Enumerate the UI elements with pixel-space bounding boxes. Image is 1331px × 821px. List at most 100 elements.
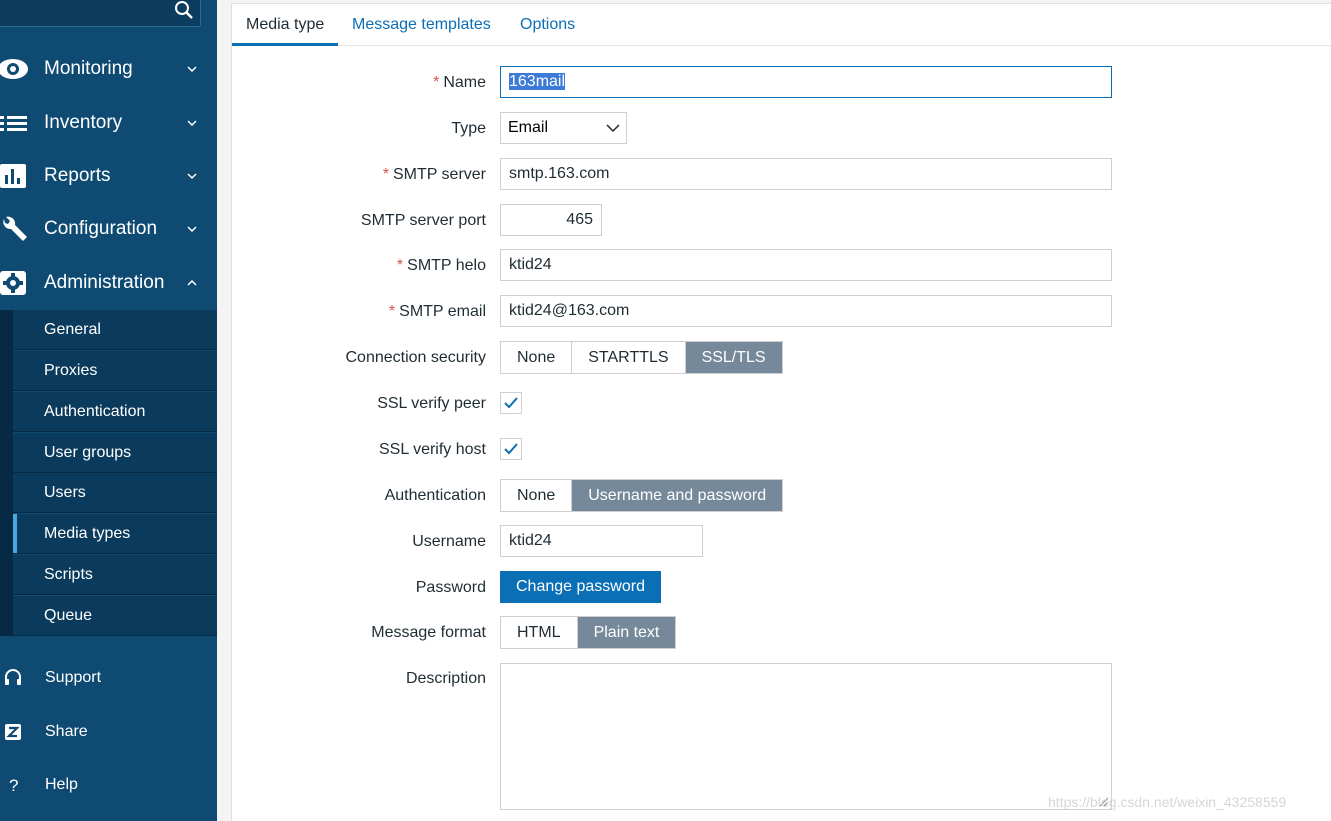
smtp-port-input[interactable]: 465 (500, 204, 602, 236)
chevron-down-icon (187, 226, 197, 233)
sidebar-item-label: User groups (44, 443, 132, 461)
conn-security-ssl-tls[interactable]: SSL/TLS (685, 342, 782, 373)
name-value: 163mail (509, 73, 566, 90)
msg-format-plain-text[interactable]: Plain text (577, 617, 676, 648)
watermark: https://blog.csdn.net/weixin_43258559 (1048, 794, 1287, 810)
type-select[interactable]: Email (500, 112, 627, 144)
chevron-down-icon (187, 66, 197, 73)
sidebar-item-label: Queue (44, 606, 93, 624)
username-input[interactable]: ktid24 (500, 525, 703, 557)
sidebar-item-label: Authentication (44, 402, 146, 420)
nav-administration-label: Administration (44, 272, 165, 293)
wrench-icon (3, 216, 28, 241)
smtp-helo-label-text: SMTP helo (407, 257, 486, 274)
sidebar-item-label: Proxies (44, 361, 98, 379)
nav-support[interactable]: Support (0, 656, 217, 700)
chevron-down-icon (187, 120, 197, 127)
search-icon[interactable] (173, 0, 195, 22)
message-format-toggle: HTML Plain text (500, 616, 677, 649)
sidebar-item-authentication[interactable]: Authentication (13, 392, 217, 432)
description-label: Description (405, 670, 486, 687)
required-marker: * (388, 303, 396, 320)
name-input[interactable]: 163mail (500, 66, 1112, 98)
conn-security-none[interactable]: None (501, 342, 573, 373)
smtp-helo-input[interactable]: ktid24 (500, 249, 1112, 281)
auth-none[interactable]: None (501, 480, 573, 511)
sidebar-item-proxies[interactable]: Proxies (13, 351, 217, 391)
ssl-verify-host-label: SSL verify host (378, 441, 486, 458)
required-marker: * (396, 257, 404, 274)
sidebar-item-label: Scripts (44, 565, 93, 583)
nav-share-label: Share (45, 723, 88, 740)
smtp-port-label: SMTP server port (360, 212, 486, 229)
required-marker: * (433, 74, 440, 91)
tab-media-type[interactable]: Media type (232, 4, 339, 46)
description-textarea[interactable] (500, 663, 1112, 810)
question-icon: ? (9, 776, 18, 795)
sidebar-item-scripts[interactable]: Scripts (13, 555, 217, 595)
sidebar-item-users[interactable]: Users (13, 473, 217, 513)
type-value: Email (508, 119, 549, 136)
connection-security-label: Connection security (345, 349, 486, 366)
eye-icon (0, 59, 28, 79)
ssl-verify-host-checkbox[interactable] (500, 438, 522, 460)
username-label: Username (412, 533, 486, 550)
required-marker: * (382, 166, 389, 183)
sidebar-item-general[interactable]: General (13, 310, 217, 350)
chevron-up-icon (187, 279, 197, 286)
nav-share[interactable]: Share (0, 710, 217, 754)
sidebar-item-label: General (44, 320, 101, 338)
connection-security-toggle: None STARTTLS SSL/TLS (500, 341, 783, 374)
type-label: Type (451, 120, 486, 137)
bar-chart-icon (0, 164, 26, 188)
name-label-text: Name (443, 74, 486, 91)
nav-administration[interactable]: Administration (0, 257, 217, 309)
nav-help-label: Help (45, 776, 78, 793)
tab-message-templates[interactable]: Message templates (338, 4, 505, 46)
search-input[interactable] (0, 0, 201, 27)
authentication-toggle: None Username and password (500, 479, 784, 512)
headset-icon (5, 669, 21, 685)
ssl-verify-peer-checkbox[interactable] (500, 392, 522, 414)
smtp-email-label: * SMTP email (389, 303, 486, 321)
nav-monitoring[interactable]: Monitoring (0, 43, 217, 95)
ssl-verify-peer-label: SSL verify peer (377, 395, 486, 412)
sidebar-item-user-groups[interactable]: User groups (13, 433, 217, 473)
name-label: * Name (433, 74, 486, 92)
chevron-down-icon (606, 124, 620, 133)
sidebar-item-label: Media types (44, 524, 131, 542)
nav-reports[interactable]: Reports (0, 150, 217, 202)
share-z-icon (5, 724, 21, 740)
admin-submenu (0, 310, 13, 636)
nav-monitoring-label: Monitoring (44, 58, 133, 79)
change-password-button[interactable]: Change password (500, 571, 661, 603)
smtp-server-label-text: SMTP server (392, 166, 486, 183)
nav-inventory[interactable]: Inventory (0, 97, 217, 149)
sidebar-item-queue[interactable]: Queue (13, 596, 217, 636)
message-format-label: Message format (371, 624, 486, 641)
gear-icon (0, 271, 26, 295)
nav-support-label: Support (45, 669, 102, 686)
list-icon (0, 116, 27, 131)
conn-security-starttls[interactable]: STARTTLS (572, 342, 686, 373)
nav-configuration[interactable]: Configuration (0, 203, 217, 255)
tab-bar: Media type Message templates Options (232, 4, 1331, 46)
auth-username-password[interactable]: Username and password (572, 480, 783, 511)
checkmark-icon (504, 397, 518, 409)
chevron-down-icon (187, 173, 197, 180)
password-label: Password (415, 579, 486, 596)
main-panel: Media type Message templates Options * Na… (231, 3, 1331, 821)
authentication-label: Authentication (384, 487, 486, 504)
nav-reports-label: Reports (44, 165, 111, 186)
nav-help[interactable]: ? Help (0, 763, 217, 807)
smtp-server-input[interactable]: smtp.163.com (500, 158, 1112, 190)
checkmark-icon (504, 443, 518, 455)
tab-options[interactable]: Options (506, 4, 589, 46)
sidebar-item-media-types[interactable]: Media types (13, 514, 217, 554)
nav-configuration-label: Configuration (44, 218, 158, 239)
smtp-email-input[interactable]: ktid24@163.com (500, 295, 1112, 327)
sidebar: Monitoring Inventory Reports Configurati… (0, 0, 217, 821)
smtp-helo-label: * SMTP helo (397, 257, 486, 275)
smtp-email-label-text: SMTP email (399, 303, 486, 320)
msg-format-html[interactable]: HTML (501, 617, 578, 648)
